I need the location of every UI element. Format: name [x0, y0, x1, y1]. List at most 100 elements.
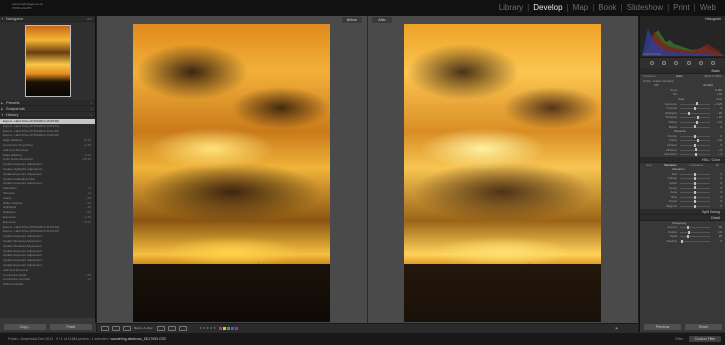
history-item-label: Saturation [3, 186, 17, 191]
clear-history-icon[interactable]: × [90, 112, 92, 118]
histogram-graph [642, 28, 724, 56]
copy-after-to-before-icon[interactable] [168, 325, 177, 331]
history-item-label: Export - Hard Drive (06/03/2014 22:09:34… [3, 224, 60, 229]
slider-knob[interactable] [695, 102, 698, 106]
module-slideshow[interactable]: Slideshow [626, 2, 664, 14]
slider-track[interactable] [680, 241, 710, 242]
color-label-swatch[interactable] [231, 326, 235, 330]
color-label-swatch[interactable] [223, 326, 227, 330]
slider-knob[interactable] [694, 143, 696, 147]
yy-view-icon[interactable] [123, 325, 131, 331]
history-item-label: Export - Hard Drive (07/03/2014 14:00:02… [3, 133, 60, 138]
compare-view-icon[interactable] [112, 325, 120, 331]
history-header[interactable]: ▼ History × [0, 112, 95, 118]
loupe-view-icon[interactable] [101, 325, 109, 331]
copy-before-to-after-icon[interactable] [157, 325, 166, 331]
navigator-preview[interactable] [0, 22, 95, 100]
crop-tool-icon[interactable] [650, 61, 655, 65]
slider-track[interactable] [680, 227, 710, 229]
paste-button[interactable]: Paste [50, 324, 92, 330]
slider-knob[interactable] [694, 152, 697, 156]
module-web[interactable]: Web [699, 2, 717, 14]
module-book[interactable]: Book [597, 2, 617, 14]
navigator-header[interactable]: ▼ Navigator FIT [0, 16, 95, 22]
albatross-icon [251, 262, 259, 275]
slideshow-play-icon[interactable]: ▶ [616, 326, 618, 330]
slider-knob[interactable] [688, 230, 690, 234]
slider-knob[interactable] [697, 116, 700, 120]
slider-knob[interactable] [680, 239, 683, 243]
slider-knob[interactable] [686, 235, 689, 239]
history-item-label: Update Exposure Adjustment [3, 162, 42, 167]
after-photo[interactable] [404, 24, 601, 322]
adjustment-brush-icon[interactable] [710, 61, 715, 65]
slider-track[interactable] [680, 231, 710, 233]
slider-knob[interactable] [694, 191, 696, 195]
slider-knob[interactable] [688, 111, 690, 115]
reset-button[interactable]: Reset [685, 324, 722, 330]
slider-track[interactable] [680, 236, 710, 238]
right-panel: Histogram Original Photo Basic Treatment… [639, 16, 725, 332]
slider-track[interactable] [680, 117, 710, 119]
slider-knob[interactable] [694, 134, 696, 138]
slider-knob[interactable] [694, 195, 696, 199]
slider-knob[interactable] [694, 106, 696, 110]
module-print[interactable]: Print [672, 2, 690, 14]
history-item-label: Shadows [3, 210, 16, 215]
slider-knob[interactable] [694, 186, 696, 190]
presence-sliders: Texture 0 Clarity + 18 Dehaze 0 Vibrance + 6 Sat… [640, 134, 725, 157]
history-item-label: Luminance Smoothing [3, 142, 33, 147]
slider-label: Masking [666, 239, 677, 243]
previous-button[interactable]: Previous [644, 324, 681, 330]
slider-track[interactable] [680, 140, 710, 142]
slider-knob[interactable] [694, 204, 696, 208]
slider-knob[interactable] [694, 181, 696, 185]
filter-select[interactable]: Custom Filter [689, 336, 721, 342]
star-rating[interactable]: ★ ★ ★ ★ ★ [199, 326, 216, 330]
slider-value[interactable]: 0 [720, 239, 722, 244]
slider-knob[interactable] [694, 177, 696, 181]
color-label-swatch[interactable] [235, 326, 239, 330]
navigator-thumbnail[interactable] [24, 25, 71, 97]
module-map[interactable]: Map [572, 2, 590, 14]
color-label-swatch[interactable] [219, 326, 223, 330]
histogram-panel[interactable]: Histogram Original Photo [640, 16, 725, 58]
slider-knob[interactable] [696, 139, 699, 143]
slider-knob[interactable] [694, 125, 696, 129]
slider-knob[interactable] [694, 172, 696, 176]
red-eye-icon[interactable] [674, 61, 679, 65]
folder-info[interactable]: Folder : Ampersica Dec 2013 [8, 337, 53, 341]
before-after-view: Before After [97, 16, 638, 323]
slider-track[interactable] [680, 112, 710, 114]
module-library[interactable]: Library [498, 2, 524, 14]
graduated-filter-icon[interactable] [686, 61, 691, 65]
navigator-zoom[interactable]: FIT [88, 16, 93, 22]
module-develop[interactable]: Develop [532, 2, 563, 14]
before-photo[interactable] [133, 24, 330, 322]
history-item-label: Update Shadows Adjustment [3, 238, 42, 243]
spot-removal-icon[interactable] [662, 61, 667, 65]
slider-value[interactable]: + 4 [718, 152, 722, 157]
slider-value[interactable]: 0 [720, 204, 722, 209]
slider-knob[interactable] [687, 226, 690, 230]
module-bar: www.vividimages.co.uk VIVID LIGHTS Libra… [0, 0, 725, 16]
histogram-info: Original Photo [643, 52, 661, 56]
history-item-label: Update Exposure Adjustment [3, 258, 42, 263]
slider-knob[interactable] [695, 120, 698, 124]
color-label-swatch[interactable] [227, 326, 231, 330]
history-item-label: Update Exposure Adjustment [3, 248, 42, 253]
module-picker: Library | Develop | Map | Book | Slidesh… [498, 2, 717, 14]
history-item[interactable]: Sharpen Detail [0, 282, 95, 287]
slider-knob[interactable] [694, 200, 696, 204]
radial-filter-icon[interactable] [698, 61, 703, 65]
swap-before-after-icon[interactable] [179, 325, 188, 331]
view-divider [367, 16, 368, 323]
tone-sliders: Exposure + 0.25 Contrast 0 Highlights - 40 Sha… [640, 102, 725, 130]
history-item-label: Export - Hard Drive (07/03/2014 14:01:16… [3, 128, 60, 133]
slider-row: Saturation + 4 [640, 152, 725, 157]
history-item-label: Update Exposure Adjustment [3, 171, 42, 176]
slider-knob[interactable] [694, 148, 697, 152]
history-item-label: Luminance Contrast [3, 277, 30, 282]
history-item-label: Vibrance [3, 190, 15, 195]
copy-button[interactable]: Copy... [4, 324, 46, 330]
